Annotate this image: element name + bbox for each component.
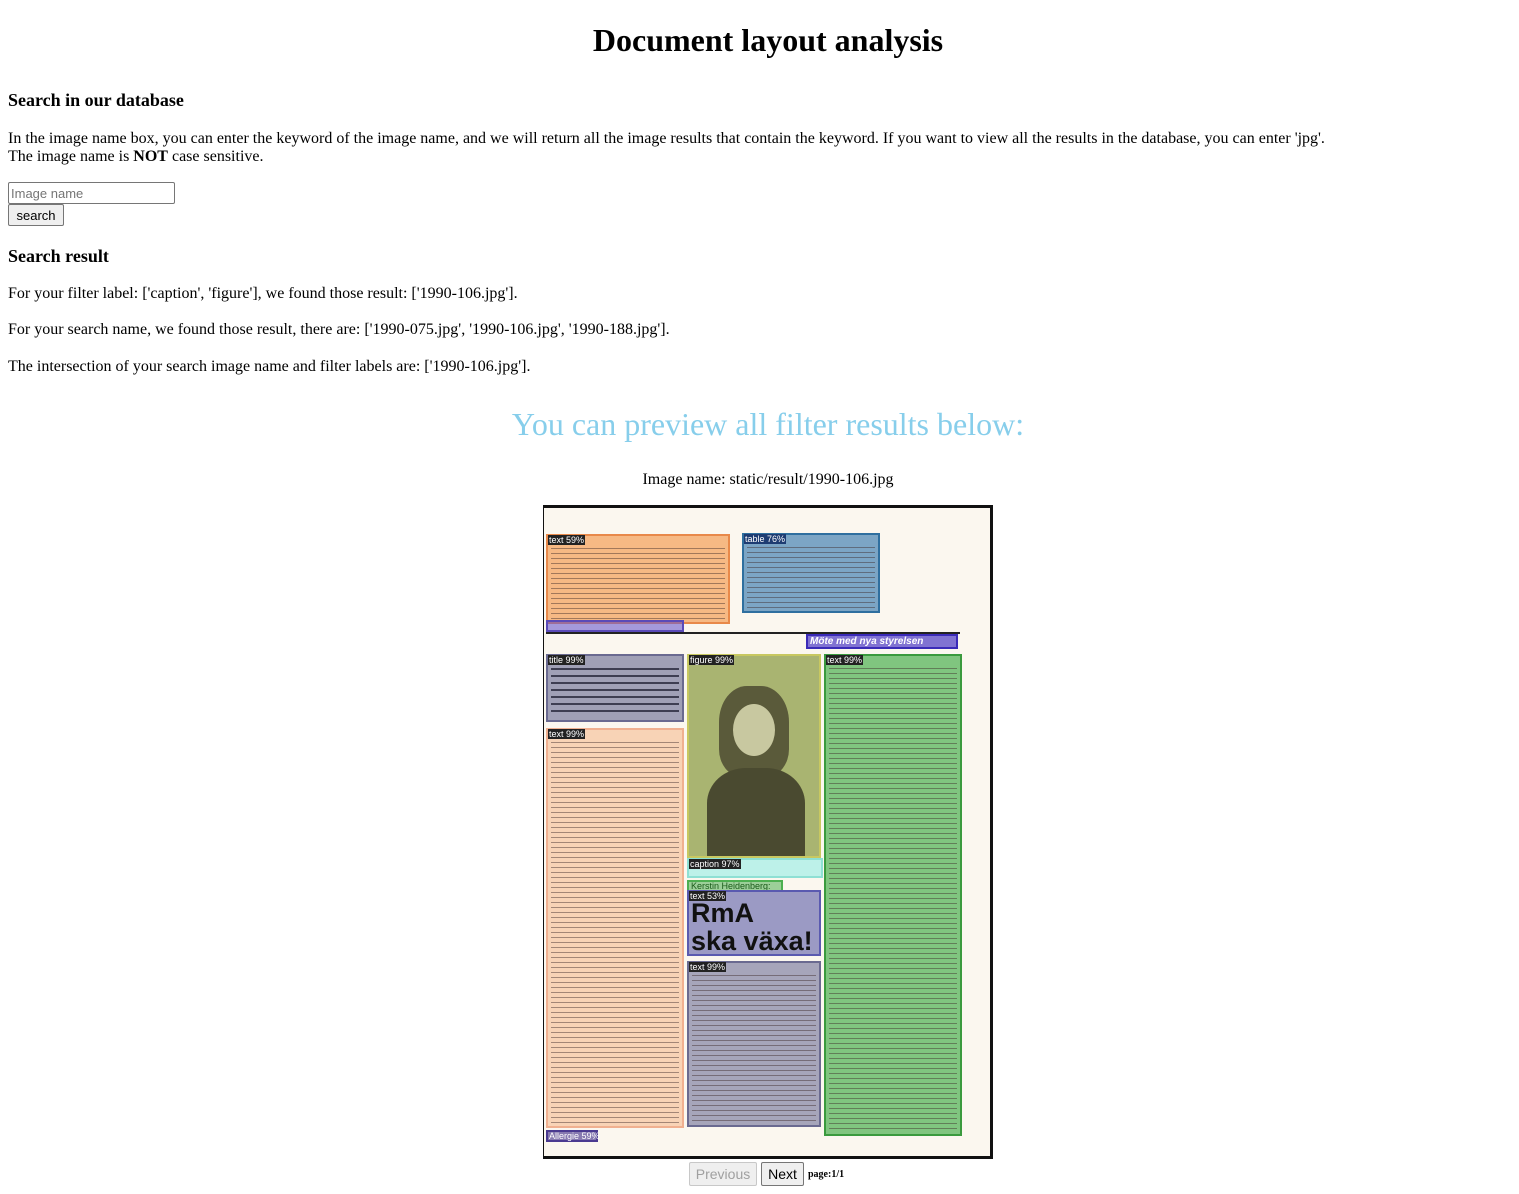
case-note: The image name is NOT case sensitive. <box>8 148 264 166</box>
region-text-mid: text 99% <box>687 961 821 1127</box>
region-footer-tag: Allergie 59% <box>546 1130 600 1142</box>
region-label: text 59% <box>548 535 586 545</box>
region-label: table 76% <box>744 534 787 544</box>
text-lines <box>551 668 679 717</box>
search-button[interactable]: search <box>8 204 64 226</box>
region-label: figure 99% <box>689 655 735 665</box>
intersection-result-text: The intersection of your search image na… <box>8 358 531 375</box>
case-note-prefix: The image name is <box>8 148 134 165</box>
page-indicator: page:1/1 <box>808 1169 845 1180</box>
region-headline: text 53% RmA ska växa! <box>687 890 821 956</box>
region-strip <box>546 620 684 632</box>
headline-line-2: ska växa! <box>691 926 813 956</box>
region-label: text 99% <box>689 962 727 972</box>
filter-result-text: For your filter label: ['caption', 'figu… <box>8 285 518 302</box>
portrait-face <box>733 704 775 756</box>
text-lines <box>551 548 725 619</box>
case-note-suffix: case sensitive. <box>167 148 264 165</box>
result-heading: Search result <box>8 246 109 266</box>
page-title: Document layout analysis <box>592 22 944 58</box>
region-text-left: text 99% <box>546 728 684 1128</box>
region-text-right: text 99% <box>824 654 962 1136</box>
text-lines <box>747 547 875 608</box>
region-text-top: text 59% <box>546 534 730 624</box>
result-image: text 59% table 76% Möte med nya styrelse… <box>543 505 993 1159</box>
region-table: table 76% <box>742 533 880 613</box>
text-lines <box>551 742 679 1123</box>
preview-image-name: Image name: static/result/1990-106.jpg <box>642 471 894 488</box>
preview-heading: You can preview all filter results below… <box>511 406 1025 442</box>
case-note-bold: NOT <box>133 148 168 165</box>
region-label: text 99% <box>826 655 864 665</box>
region-label: Allergie 59% <box>549 1131 600 1141</box>
region-label: title 99% <box>548 655 585 665</box>
region-section-title: Möte med nya styrelsen <box>806 634 958 649</box>
region-figure: figure 99% <box>687 654 821 858</box>
image-name-input[interactable] <box>8 182 175 204</box>
search-description: In the image name box, you can enter the… <box>8 130 1325 147</box>
region-label: text 99% <box>548 729 586 739</box>
section-headline: Möte med nya styrelsen <box>810 636 924 647</box>
headline-line-1: RmA <box>691 898 755 928</box>
search-heading: Search in our database <box>8 90 184 110</box>
region-label: caption 97% <box>689 859 741 869</box>
text-lines <box>692 975 816 1122</box>
region-title: title 99% <box>546 654 684 722</box>
search-result-text: For your search name, we found those res… <box>8 321 670 338</box>
text-lines <box>829 668 957 1131</box>
next-button[interactable]: Next <box>761 1162 804 1186</box>
portrait-body <box>707 768 805 856</box>
region-caption: caption 97% <box>687 858 823 878</box>
previous-button[interactable]: Previous <box>689 1162 757 1186</box>
